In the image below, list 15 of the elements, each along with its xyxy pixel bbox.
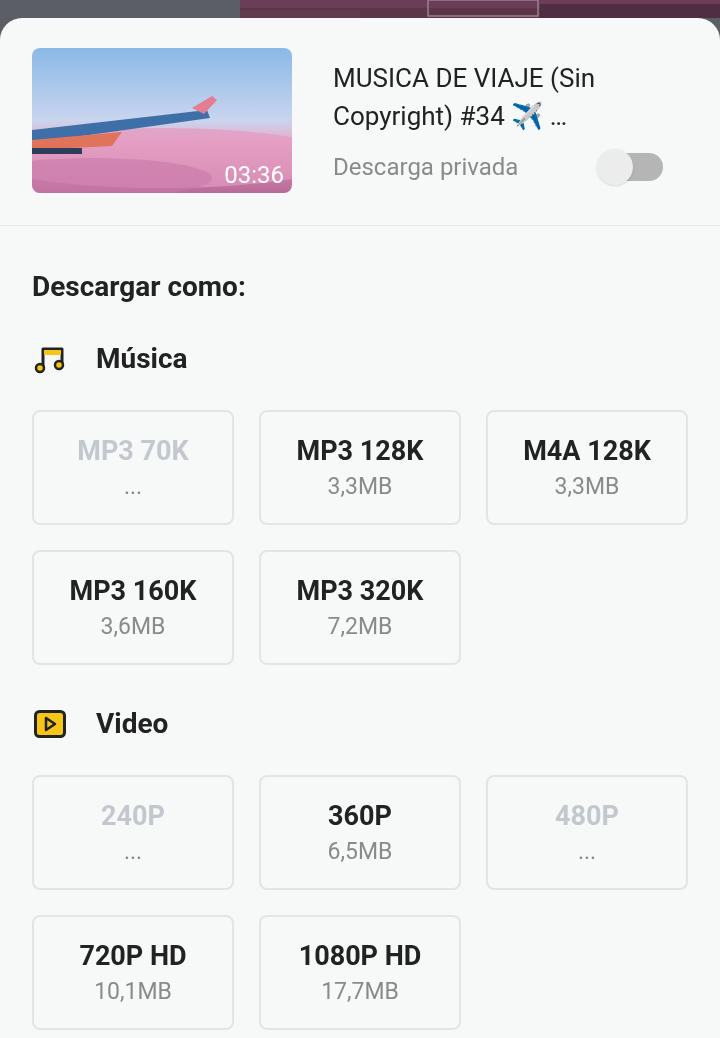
format-option[interactable]: 1080P HD 17,7MB	[259, 915, 461, 1030]
toggle-switch[interactable]	[597, 149, 663, 185]
section-title: Música	[96, 341, 188, 377]
duration-label: 03:36	[224, 163, 284, 187]
format-option[interactable]: 360P 6,5MB	[259, 775, 461, 890]
video-title: MUSICA DE VIAJE (Sin Copyright) #34 ✈ …	[333, 62, 597, 133]
section-heading: Descargar como:	[32, 269, 247, 305]
format-option[interactable]: 720P HD 10,1MB	[32, 915, 234, 1030]
format-option[interactable]: MP3 128K 3,3MB	[259, 410, 461, 525]
format-option[interactable]: MP3 160K 3,6MB	[32, 550, 234, 665]
section-title: Video	[96, 706, 169, 742]
private-download-label: Descarga privada	[333, 152, 519, 183]
play-icon	[34, 710, 66, 738]
format-option[interactable]: MP3 320K 7,2MB	[259, 550, 461, 665]
format-option[interactable]: M4A 128K 3,3MB	[486, 410, 688, 525]
